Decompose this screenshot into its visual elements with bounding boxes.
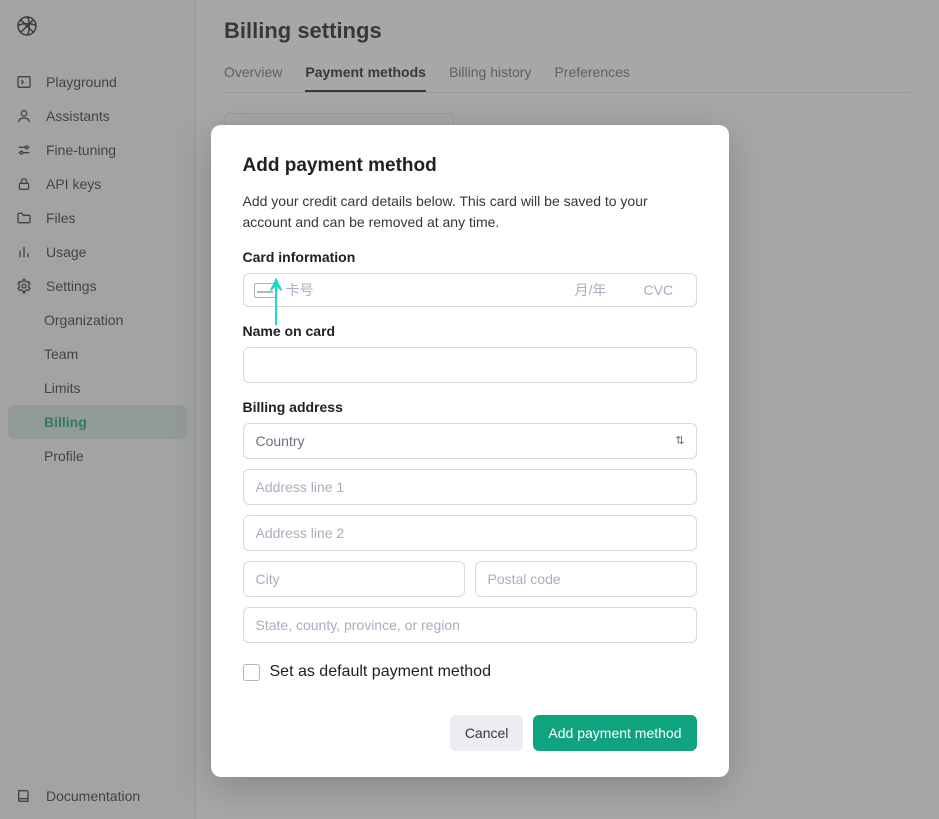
modal-overlay[interactable]: Add payment method Add your credit card … xyxy=(0,0,939,819)
city-input[interactable] xyxy=(243,561,465,597)
billing-label: Billing address xyxy=(243,399,697,415)
submit-button[interactable]: Add payment method xyxy=(533,715,696,751)
name-on-card-input[interactable] xyxy=(243,347,697,383)
card-number-input[interactable] xyxy=(286,282,575,298)
address-line2-input[interactable] xyxy=(243,515,697,551)
address-line1-input[interactable] xyxy=(243,469,697,505)
modal-description: Add your credit card details below. This… xyxy=(243,191,697,233)
state-input[interactable] xyxy=(243,607,697,643)
country-select[interactable]: Country xyxy=(243,423,697,459)
card-cvc-input[interactable] xyxy=(644,282,686,298)
credit-card-icon xyxy=(254,283,276,298)
name-label: Name on card xyxy=(243,323,697,339)
card-info-label: Card information xyxy=(243,249,697,265)
default-payment-label: Set as default payment method xyxy=(270,663,491,681)
modal-title: Add payment method xyxy=(243,155,697,177)
cancel-button[interactable]: Cancel xyxy=(450,715,524,751)
card-input-row[interactable] xyxy=(243,273,697,307)
card-expiry-input[interactable] xyxy=(575,282,630,298)
postal-code-input[interactable] xyxy=(475,561,697,597)
add-payment-modal: Add payment method Add your credit card … xyxy=(211,125,729,777)
default-payment-checkbox[interactable] xyxy=(243,664,260,681)
